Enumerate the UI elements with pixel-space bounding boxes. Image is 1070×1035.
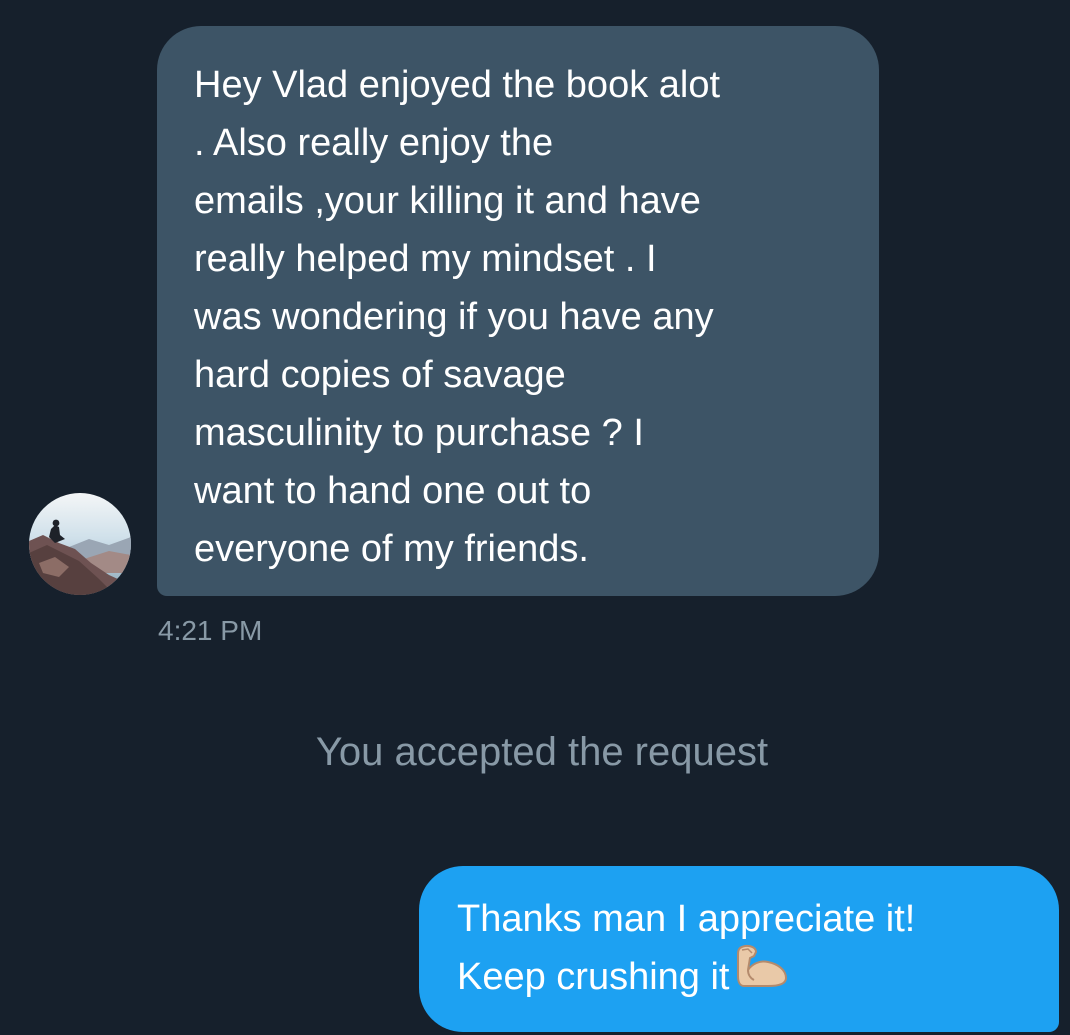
message-timestamp: 4:21 PM (158, 615, 263, 646)
sender-avatar[interactable] (29, 493, 131, 595)
outgoing-message-line-2: Keep crushing it (457, 945, 1029, 1009)
outgoing-message-line-2-text: Keep crushing it (457, 956, 730, 998)
outgoing-message-bubble[interactable]: Thanks man I appreciate it! Keep crushin… (419, 866, 1059, 1032)
request-accepted-notice: You accepted the request (315, 730, 769, 774)
flexed-biceps-icon (734, 944, 790, 1005)
avatar-photo (29, 493, 131, 595)
conversation-view: Hey Vlad enjoyed the book alot . Also re… (0, 0, 1070, 1035)
outgoing-message-line-1: Thanks man I appreciate it! (457, 898, 916, 940)
incoming-message-bubble[interactable]: Hey Vlad enjoyed the book alot . Also re… (157, 26, 879, 596)
